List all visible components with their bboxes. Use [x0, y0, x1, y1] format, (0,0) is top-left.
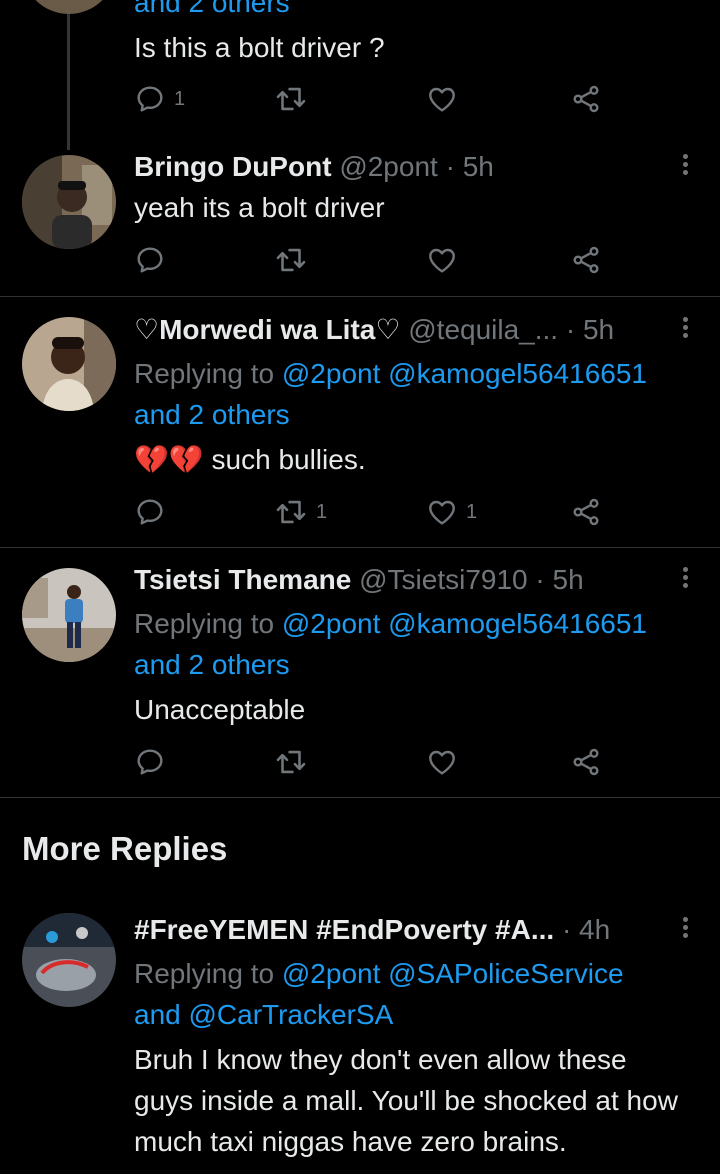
like-icon — [429, 87, 455, 112]
more-replies-heading: More Replies — [22, 830, 228, 867]
more-icon[interactable] — [678, 151, 692, 181]
user-handle[interactable]: @Tsietsi7910 — [359, 564, 528, 595]
timestamp[interactable]: 5h — [553, 564, 584, 595]
divider — [0, 797, 720, 798]
replying-to-label: Replying to — [134, 608, 275, 639]
display-name[interactable]: Bringo DuPont — [134, 151, 332, 182]
retweet-icon — [276, 87, 306, 111]
retweet-icon — [276, 750, 306, 774]
display-name[interactable]: Tsietsi Themane — [134, 564, 351, 595]
avatar[interactable] — [22, 155, 116, 249]
tweet-text: yeah its a bolt driver — [134, 192, 385, 223]
reply-button[interactable] — [134, 495, 166, 529]
tweet-header: Bringo DuPont @2pont · 5h — [134, 150, 680, 184]
like-icon — [429, 750, 455, 775]
user-handle[interactable]: @tequila_... — [408, 314, 558, 345]
display-name[interactable]: #FreeYEMEN #EndPoverty #A... — [134, 914, 554, 945]
mention-link[interactable]: @2pont — [282, 608, 381, 639]
retweet-button[interactable]: 1 — [274, 495, 327, 529]
like-icon — [429, 500, 455, 525]
like-button[interactable] — [426, 82, 458, 116]
broken-heart-emoji: 💔💔 — [134, 444, 204, 475]
reply-count: 1 — [174, 87, 186, 110]
mention-link[interactable]: @2pont — [282, 358, 381, 389]
like-button[interactable] — [426, 243, 458, 277]
share-button[interactable] — [570, 745, 602, 779]
thread-line — [67, 0, 70, 150]
tweet-text: Unacceptable — [134, 694, 306, 725]
like-button[interactable] — [426, 745, 458, 779]
like-count: 1 — [466, 500, 478, 523]
share-icon — [573, 498, 599, 526]
share-button[interactable] — [570, 495, 602, 529]
avatar[interactable] — [22, 317, 116, 411]
reply-mentions[interactable]: and 2 others — [134, 0, 700, 23]
share-icon — [573, 85, 599, 113]
like-button[interactable]: 1 — [426, 495, 477, 529]
mention-link[interactable]: and @CarTrackerSA — [134, 999, 393, 1030]
share-icon — [573, 748, 599, 776]
avatar[interactable] — [22, 0, 116, 14]
user-handle[interactable]: @2pont — [339, 151, 438, 182]
reply-button[interactable] — [134, 745, 166, 779]
tweet-actions — [134, 745, 604, 779]
tweet-text-content: such bullies. — [203, 444, 366, 475]
separator-dot: · — [565, 314, 576, 345]
share-button[interactable] — [570, 82, 602, 116]
timestamp[interactable]: 5h — [463, 151, 494, 182]
timestamp[interactable]: 5h — [583, 314, 614, 345]
share-icon — [573, 246, 599, 274]
avatar[interactable] — [22, 568, 116, 662]
mention-link[interactable]: and 2 others — [134, 399, 290, 430]
tweet-actions: 1 1 — [134, 495, 604, 529]
tweet-header: #FreeYEMEN #EndPoverty #A... · 4h — [134, 913, 680, 947]
retweet-button[interactable] — [274, 745, 308, 779]
reply-mentions: Replying to @2pont @kamogel56416651 and … — [134, 603, 700, 685]
tweet-actions: 1 — [134, 82, 604, 116]
share-button[interactable] — [570, 243, 602, 277]
mention-link[interactable]: @SAPoliceService — [388, 958, 623, 989]
reply-icon — [137, 86, 163, 112]
tweet-header: Tsietsi Themane @Tsietsi7910 · 5h — [134, 563, 680, 597]
avatar[interactable] — [22, 913, 116, 1007]
tweet-actions — [134, 243, 604, 277]
reply-button[interactable]: 1 — [134, 82, 185, 116]
mention-link[interactable]: and 2 others — [134, 649, 290, 680]
divider — [0, 547, 720, 548]
separator-dot: · — [445, 151, 455, 182]
reply-icon — [137, 749, 163, 775]
reply-mentions: Replying to @2pont @SAPoliceService and … — [134, 953, 700, 1035]
retweet-icon — [276, 500, 306, 524]
mention-link[interactable]: @kamogel56416651 — [388, 608, 647, 639]
replying-to-label: Replying to — [134, 358, 275, 389]
reply-icon — [137, 247, 163, 273]
replying-to-label: Replying to — [134, 958, 275, 989]
timestamp[interactable]: 4h — [579, 914, 610, 945]
tweet-text: Bruh I know they don't even allow these … — [134, 1044, 678, 1157]
retweet-button[interactable] — [274, 243, 308, 277]
divider — [0, 296, 720, 297]
retweet-button[interactable] — [274, 82, 308, 116]
more-icon[interactable] — [678, 564, 692, 594]
tweet-text: 💔💔 such bullies. — [134, 439, 690, 480]
reply-button[interactable] — [134, 243, 166, 277]
tweet-text: Is this a bolt driver ? — [134, 32, 385, 63]
mention-link[interactable]: and 2 others — [134, 0, 290, 18]
display-name[interactable]: ♡Morwedi wa Lita♡ — [134, 314, 400, 345]
separator-dot: · — [535, 564, 545, 595]
mention-link[interactable]: @2pont — [282, 958, 381, 989]
reply-icon — [137, 499, 163, 525]
retweet-count: 1 — [316, 500, 328, 523]
separator-dot: · — [561, 914, 572, 945]
more-icon[interactable] — [678, 914, 692, 944]
like-icon — [429, 248, 455, 273]
tweet-header: ♡Morwedi wa Lita♡ @tequila_... · 5h — [134, 313, 680, 347]
more-icon[interactable] — [678, 314, 692, 344]
reply-mentions: Replying to @2pont @kamogel56416651 and … — [134, 353, 700, 435]
retweet-icon — [276, 248, 306, 272]
mention-link[interactable]: @kamogel56416651 — [388, 358, 647, 389]
